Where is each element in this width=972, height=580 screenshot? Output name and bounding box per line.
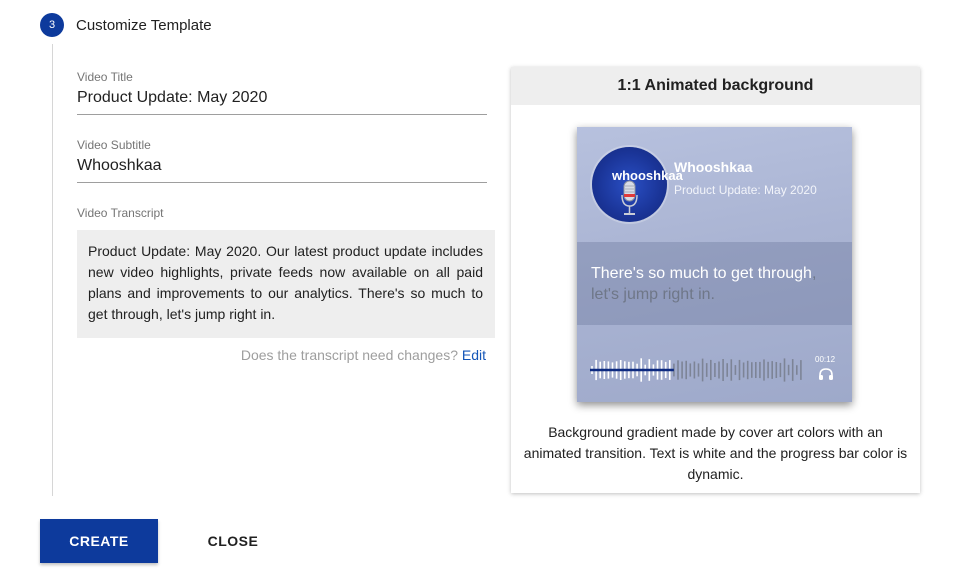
transcript-help-text: Does the transcript need changes? [240, 347, 458, 363]
microphone-icon [621, 180, 638, 215]
create-button[interactable]: CREATE [40, 519, 158, 563]
transcript-help: Does the transcript need changes? Edit [241, 347, 486, 363]
headphones-icon [819, 368, 833, 380]
step-title: Customize Template [76, 17, 212, 34]
transcript-edit-link[interactable]: Edit [462, 347, 486, 363]
video-title-underline [77, 114, 487, 115]
video-transcript-label: Video Transcript [77, 206, 164, 220]
tile-title: Whooshkaa [674, 159, 753, 175]
preview-card: 1:1 Animated background whooshkaa Whoosh… [511, 67, 920, 493]
video-subtitle-label: Video Subtitle [77, 138, 151, 152]
preview-description: Background gradient made by cover art co… [523, 424, 908, 482]
animated-preview-tile: whooshkaa Whooshkaa Product Update: May … [577, 127, 852, 402]
step-connector-line [52, 44, 53, 496]
tile-time: 00:12 [815, 355, 836, 364]
close-button[interactable]: CLOSE [196, 519, 270, 563]
step-number-badge: 3 [40, 13, 64, 37]
tile-transcript: There's so much to get through, let's ju… [591, 263, 841, 305]
audio-waveform [590, 358, 802, 382]
tile-subtitle: Product Update: May 2020 [674, 183, 817, 197]
preview-header: 1:1 Animated background [511, 67, 920, 105]
video-transcript-textarea[interactable]: Product Update: May 2020. Our latest pro… [77, 230, 495, 338]
video-subtitle-input[interactable]: Whooshkaa [77, 157, 162, 175]
tile-transcript-spoken: There's so much to get through [591, 265, 812, 282]
video-title-input[interactable]: Product Update: May 2020 [77, 89, 267, 107]
cover-art: whooshkaa [592, 147, 683, 222]
video-subtitle-underline [77, 182, 487, 183]
video-title-label: Video Title [77, 70, 133, 84]
